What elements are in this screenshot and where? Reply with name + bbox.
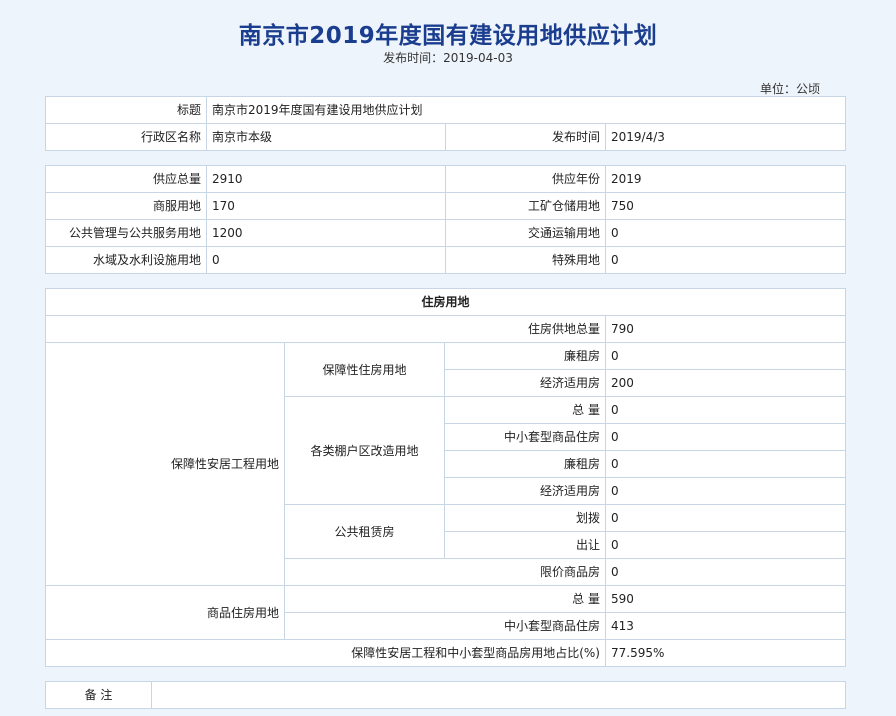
table-row: 商服用地 170 工矿仓储用地 750 (45, 192, 846, 220)
date-label: 发布时间 (445, 123, 606, 151)
economy-label: 经济适用房 (444, 369, 606, 397)
shanty-small-label: 中小套型商品住房 (444, 423, 606, 451)
commercial-total-value: 590 (604, 585, 847, 613)
housing-total-label: 住房供地总量 (45, 315, 606, 343)
limited-price-label: 限价商品房 (284, 558, 606, 586)
shanty-economy-label: 经济适用房 (444, 477, 606, 505)
table-row: 保障性安居工程和中小套型商品房用地占比(%) 77.595% (45, 639, 847, 667)
special-land-value: 0 (605, 246, 846, 274)
region-value: 南京市本级 (206, 123, 446, 151)
housing-total-value: 790 (604, 315, 847, 343)
affordable-group-label: 保障性安居工程用地 (45, 342, 285, 586)
title-label: 标题 (45, 96, 207, 124)
transport-land-value: 0 (605, 219, 846, 247)
ratio-value: 77.595% (604, 639, 847, 667)
commercial-total-label: 总 量 (284, 585, 606, 613)
special-land-label: 特殊用地 (445, 246, 606, 274)
shanty-total-label: 总 量 (444, 396, 606, 424)
housing-table: 住房用地 住房供地总量 790 保障性安居工程用地 保障性住房用地 廉租房 0 … (44, 288, 847, 667)
table-row: 备 注 (45, 681, 846, 709)
guarantee-housing-label: 保障性住房用地 (284, 342, 445, 397)
supply-year-value: 2019 (605, 165, 846, 193)
table-row: 住房用地 (44, 288, 847, 316)
shanty-total-value: 0 (604, 396, 847, 424)
remarks-table: 备 注 (45, 681, 846, 709)
commercial-small-value: 413 (604, 612, 847, 640)
page-title: 南京市2019年度国有建设用地供应计划 (238, 23, 658, 49)
supply-total-label: 供应总量 (45, 165, 207, 193)
table-row: 标题 南京市2019年度国有建设用地供应计划 (45, 96, 847, 124)
table-row: 商品住房用地 总 量 590 (45, 585, 847, 640)
table-row: 保障性安居工程用地 保障性住房用地 廉租房 0 (45, 342, 847, 586)
unit-label: 单位：公顷 (759, 82, 820, 96)
low-rent-label: 廉租房 (444, 342, 606, 370)
basic-info-table: 标题 南京市2019年度国有建设用地供应计划 行政区名称 南京市本级 发布时间 … (45, 96, 847, 151)
supply-table: 供应总量 2910 供应年份 2019 商服用地 170 工矿仓储用地 750 … (45, 165, 846, 274)
transport-land-label: 交通运输用地 (445, 219, 606, 247)
shanty-label: 各类棚户区改造用地 (284, 396, 445, 505)
commercial-small-label: 中小套型商品住房 (284, 612, 606, 640)
public-land-value: 1200 (206, 219, 446, 247)
industrial-land-value: 750 (605, 192, 846, 220)
commercial-land-label: 商服用地 (45, 192, 207, 220)
water-land-value: 0 (206, 246, 446, 274)
allocate-value: 0 (604, 504, 847, 532)
table-row: 公共管理与公共服务用地 1200 交通运输用地 0 (45, 219, 846, 247)
shanty-low-rent-value: 0 (604, 450, 847, 478)
publish-date: 发布时间：2019-04-03 (383, 51, 513, 65)
table-row: 水域及水利设施用地 0 特殊用地 0 (45, 246, 846, 274)
shanty-small-value: 0 (604, 423, 847, 451)
industrial-land-label: 工矿仓储用地 (445, 192, 606, 220)
low-rent-value: 0 (604, 342, 847, 370)
region-label: 行政区名称 (45, 123, 207, 151)
date-value: 2019/4/3 (604, 123, 847, 151)
remarks-value (151, 681, 846, 709)
housing-header: 住房用地 (44, 288, 847, 316)
remarks-label: 备 注 (45, 681, 152, 709)
water-land-label: 水域及水利设施用地 (45, 246, 207, 274)
table-row: 行政区名称 南京市本级 发布时间 2019/4/3 (45, 123, 847, 151)
economy-value: 200 (604, 369, 847, 397)
limited-price-value: 0 (604, 558, 847, 586)
title-value: 南京市2019年度国有建设用地供应计划 (205, 96, 847, 124)
transfer-label: 出让 (444, 531, 606, 559)
table-row: 住房供地总量 790 (45, 315, 847, 343)
transfer-value: 0 (604, 531, 847, 559)
allocate-label: 划拨 (444, 504, 606, 532)
ratio-label: 保障性安居工程和中小套型商品房用地占比(%) (45, 639, 606, 667)
commercial-land-value: 170 (206, 192, 446, 220)
commercial-housing-group-label: 商品住房用地 (45, 585, 285, 640)
supply-total-value: 2910 (206, 165, 446, 193)
shanty-low-rent-label: 廉租房 (444, 450, 606, 478)
public-rent-label: 公共租赁房 (284, 504, 445, 559)
supply-year-label: 供应年份 (445, 165, 606, 193)
table-row: 供应总量 2910 供应年份 2019 (45, 165, 846, 193)
public-land-label: 公共管理与公共服务用地 (45, 219, 207, 247)
shanty-economy-value: 0 (604, 477, 847, 505)
